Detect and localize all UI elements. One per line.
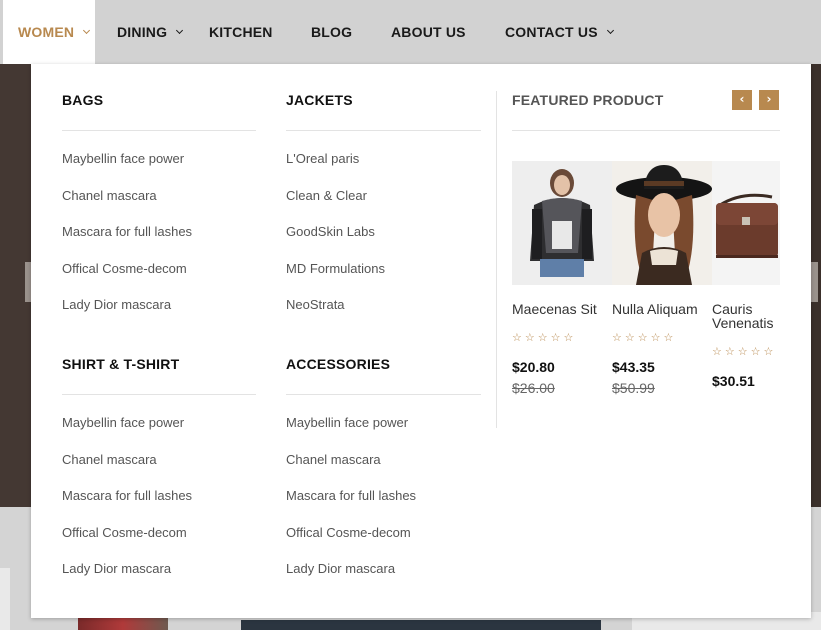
menu-link[interactable]: Lady Dior mascara <box>62 297 192 334</box>
nav-item-label: CONTACT US <box>505 24 598 40</box>
carousel-prev-button[interactable]: ‹ <box>732 90 752 110</box>
menu-link[interactable]: Offical Cosme-decom <box>62 525 192 562</box>
nav-item-contact-us[interactable]: CONTACT US <box>505 0 614 64</box>
menu-column-title-bags: BAGS <box>62 92 104 108</box>
chevron-down-icon <box>606 26 614 34</box>
nav-item-blog[interactable]: BLOG <box>311 0 352 64</box>
nav-item-women[interactable]: WOMEN <box>3 0 95 64</box>
background-photo <box>78 618 168 630</box>
menu-column-title-accessories: ACCESSORIES <box>286 356 391 372</box>
nav-item-label: ABOUT US <box>391 24 466 40</box>
product-image[interactable] <box>712 161 780 285</box>
product-price: $20.80 <box>512 359 555 375</box>
featured-divider <box>496 91 497 428</box>
nav-item-about-us[interactable]: ABOUT US <box>391 0 466 64</box>
nav-item-label: WOMEN <box>18 24 75 40</box>
nav-item-label: BLOG <box>311 24 353 40</box>
featured-product-title: FEATURED PRODUCT <box>512 92 664 108</box>
menu-link[interactable]: Lady Dior mascara <box>62 561 192 598</box>
menu-link[interactable]: MD Formulations <box>286 261 385 298</box>
menu-link[interactable]: Mascara for full lashes <box>286 488 416 525</box>
background-card <box>0 568 10 630</box>
column-divider <box>286 130 481 131</box>
star-rating: ☆☆☆☆☆ <box>512 331 577 344</box>
menu-link[interactable]: Lady Dior mascara <box>286 561 416 598</box>
chevron-down-icon <box>83 26 91 34</box>
background-photo <box>241 620 601 630</box>
menu-link[interactable]: GoodSkin Labs <box>286 224 385 261</box>
menu-list-shirts: Maybellin face power Chanel mascara Masc… <box>62 415 192 598</box>
menu-link[interactable]: Chanel mascara <box>62 452 192 489</box>
menu-link[interactable]: L'Oreal paris <box>286 151 385 188</box>
chevron-right-icon: › <box>766 92 772 106</box>
menu-link[interactable]: NeoStrata <box>286 297 385 334</box>
menu-list-bags: Maybellin face power Chanel mascara Masc… <box>62 151 192 334</box>
column-divider <box>62 394 256 395</box>
product-photo-hat <box>612 161 712 285</box>
menu-link[interactable]: Mascara for full lashes <box>62 488 192 525</box>
nav-item-label: DINING <box>117 24 168 40</box>
product-name[interactable]: Cauris Venenatis <box>712 302 780 330</box>
chevron-left-icon: ‹ <box>739 92 745 106</box>
product-name[interactable]: Maecenas Sit <box>512 302 612 316</box>
product-name[interactable]: Nulla Aliquam <box>612 302 712 316</box>
column-divider <box>62 130 256 131</box>
menu-link[interactable]: Clean & Clear <box>286 188 385 225</box>
product-image[interactable] <box>612 161 712 285</box>
column-divider <box>286 394 481 395</box>
menu-link[interactable]: Maybellin face power <box>286 415 416 452</box>
menu-link[interactable]: Maybellin face power <box>62 151 192 188</box>
product-old-price: $50.99 <box>612 380 655 396</box>
product-photo-scarf-jacket <box>512 161 612 285</box>
menu-link[interactable]: Maybellin face power <box>62 415 192 452</box>
nav-item-dining[interactable]: DINING <box>117 0 184 64</box>
menu-list-jackets: L'Oreal paris Clean & Clear GoodSkin Lab… <box>286 151 385 334</box>
star-rating: ☆☆☆☆☆ <box>612 331 677 344</box>
chevron-down-icon <box>176 26 184 34</box>
menu-column-title-jackets: JACKETS <box>286 92 353 108</box>
featured-product-carousel: Maecenas Sit ☆☆☆☆☆ $20.80 $26.00 Nulla A… <box>512 161 780 421</box>
nav-item-kitchen[interactable]: KITCHEN <box>209 0 273 64</box>
carousel-next-button[interactable]: › <box>759 90 779 110</box>
product-photo-bag <box>712 161 780 285</box>
mega-menu-dropdown: BAGS Maybellin face power Chanel mascara… <box>31 64 811 618</box>
menu-link[interactable]: Mascara for full lashes <box>62 224 192 261</box>
nav-item-label: KITCHEN <box>209 24 273 40</box>
star-rating: ☆☆☆☆☆ <box>712 345 777 358</box>
product-old-price: $26.00 <box>512 380 555 396</box>
menu-list-accessories: Maybellin face power Chanel mascara Masc… <box>286 415 416 598</box>
product-price: $43.35 <box>612 359 655 375</box>
menu-link[interactable]: Chanel mascara <box>286 452 416 489</box>
product-price: $30.51 <box>712 373 755 389</box>
menu-link[interactable]: Offical Cosme-decom <box>286 525 416 562</box>
product-image[interactable] <box>512 161 612 285</box>
menu-link[interactable]: Chanel mascara <box>62 188 192 225</box>
featured-divider-line <box>512 130 780 131</box>
menu-column-title-shirts: SHIRT & T-SHIRT <box>62 356 180 372</box>
menu-link[interactable]: Offical Cosme-decom <box>62 261 192 298</box>
main-navigation: WOMEN DINING KITCHEN BLOG ABOUT US CONTA… <box>0 0 821 64</box>
